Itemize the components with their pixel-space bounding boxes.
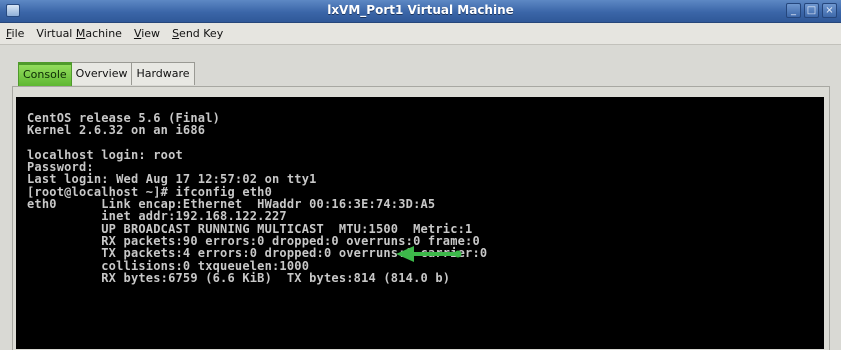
tab-console[interactable]: Console: [18, 62, 72, 86]
menubar: File Virtual Machine View Send Key: [0, 23, 841, 45]
window-controls: _ □ ×: [786, 3, 837, 18]
highlight-arrow-icon: [396, 246, 462, 262]
console-line: RX bytes:6759 (6.6 KiB) TX bytes:814 (81…: [27, 270, 451, 285]
maximize-icon[interactable]: □: [804, 3, 819, 18]
console-line: inet addr:192.168.122.227: [27, 209, 287, 224]
tab-hardware[interactable]: Hardware: [131, 62, 195, 85]
tab-bar: Console Overview Hardware: [18, 62, 195, 86]
window-title: lxVM_Port1 Virtual Machine: [327, 3, 514, 17]
console-line: localhost login: root: [27, 147, 183, 162]
menu-virtual-machine[interactable]: Virtual Machine: [30, 23, 128, 44]
vm-console-screen[interactable]: CentOS release 5.6 (Final) Kernel 2.6.32 …: [16, 97, 824, 349]
tab-overview[interactable]: Overview: [70, 62, 133, 85]
console-line: Kernel 2.6.32 on an i686: [27, 123, 206, 138]
menu-file[interactable]: File: [0, 23, 30, 44]
console-line: Last login: Wed Aug 17 12:57:02 on tty1: [27, 172, 317, 187]
close-icon[interactable]: ×: [822, 3, 837, 18]
window-titlebar[interactable]: lxVM_Port1 Virtual Machine _ □ ×: [0, 0, 841, 23]
menu-view[interactable]: View: [128, 23, 166, 44]
minimize-icon[interactable]: _: [786, 3, 801, 18]
menu-send-key[interactable]: Send Key: [166, 23, 229, 44]
